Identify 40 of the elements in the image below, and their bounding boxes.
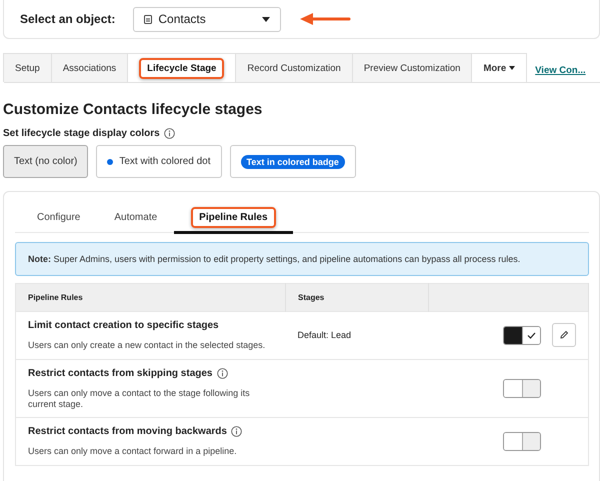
- record-icon: [144, 14, 152, 24]
- color-option[interactable]: Text with colored dot: [96, 145, 222, 178]
- badge: Text in colored badge: [240, 154, 345, 168]
- tab[interactable]: Lifecycle Stage: [127, 53, 236, 82]
- page-heading: Customize Contacts lifecycle stages: [3, 101, 264, 118]
- info-icon[interactable]: [230, 426, 242, 438]
- edit-button[interactable]: [552, 323, 576, 348]
- tab[interactable]: Automate: [97, 204, 174, 234]
- color-option[interactable]: Text (no color): [3, 145, 88, 178]
- caret-icon: [262, 16, 270, 22]
- note-banner: Note: Super Admins, users with permission to edit property settings, and pipeline automations can bypass all process rules.: [15, 242, 589, 276]
- section-label: Set lifecycle stage display colors: [3, 128, 160, 139]
- toggle-switch[interactable]: [503, 326, 541, 345]
- rule-description: Users can only move a contact to the stage following its current stage.: [28, 388, 251, 410]
- tab[interactable]: Setup: [3, 53, 52, 82]
- info-icon[interactable]: [164, 128, 175, 139]
- check-icon: [526, 332, 536, 339]
- toggle-switch[interactable]: [503, 379, 541, 398]
- rule-description: Users can only move a contact forward in a pipeline.: [28, 446, 238, 458]
- color-option[interactable]: Text in colored badge: [230, 145, 356, 178]
- caret-icon: [509, 66, 516, 70]
- tab[interactable]: Record Customization: [235, 53, 353, 82]
- column-header: Stages: [286, 284, 428, 312]
- toggle-switch[interactable]: [503, 432, 541, 452]
- pencil-icon: [559, 330, 569, 340]
- info-icon[interactable]: [216, 368, 228, 379]
- tab[interactable]: More: [471, 53, 528, 82]
- tab[interactable]: Configure: [20, 204, 98, 234]
- arrow-icon: [299, 12, 352, 26]
- view-link[interactable]: View Con...: [535, 65, 586, 76]
- rule-description: Users can only create a new contact in the selected stages.: [28, 340, 266, 351]
- stage-text: Default: Lead: [298, 330, 352, 340]
- rule-title: Restrict contacts from skipping stages: [28, 368, 212, 379]
- rule-title: Limit contact creation to specific stages: [28, 320, 219, 331]
- rule-title: Restrict contacts from moving backwards: [28, 426, 227, 438]
- object-dropdown[interactable]: Contacts: [133, 6, 282, 32]
- field-label: Select an object:: [20, 12, 116, 26]
- column-header: Pipeline Rules: [16, 284, 286, 312]
- tab[interactable]: Associations: [50, 53, 128, 82]
- tab[interactable]: Preview Customization: [352, 53, 472, 82]
